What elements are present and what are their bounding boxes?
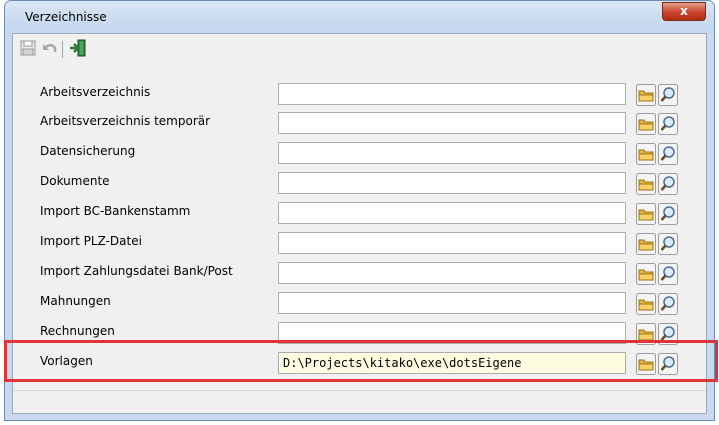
path-input[interactable] — [278, 172, 626, 194]
search-icon[interactable] — [658, 263, 678, 285]
path-input[interactable] — [278, 142, 626, 164]
search-icon[interactable] — [658, 293, 678, 315]
row-datensicherung: Datensicherung — [13, 142, 703, 166]
row-label: Import BC-Bankenstamm — [40, 204, 191, 218]
row-import-bc-bankenstamm: Import BC-Bankenstamm — [13, 202, 703, 226]
folder-icon[interactable] — [636, 293, 656, 315]
row-label: Mahnungen — [40, 294, 111, 308]
folder-icon[interactable] — [636, 323, 656, 345]
path-input[interactable] — [278, 83, 626, 105]
row-import-plz-datei: Import PLZ-Datei — [13, 232, 703, 256]
path-input[interactable] — [278, 112, 626, 134]
window-title: Verzeichnisse — [25, 10, 107, 24]
status-strip — [13, 390, 706, 413]
save-icon[interactable] — [18, 38, 38, 58]
path-input[interactable] — [278, 262, 626, 284]
dialog-content: Arbeitsverzeichnis Arbeitsverzeichnis te… — [12, 33, 707, 414]
folder-icon[interactable] — [636, 84, 656, 106]
row-label: Import PLZ-Datei — [40, 234, 142, 248]
row-label: Import Zahlungsdatei Bank/Post — [40, 264, 233, 278]
row-label: Vorlagen — [40, 354, 93, 368]
undo-icon[interactable] — [39, 38, 59, 58]
search-icon[interactable] — [658, 203, 678, 225]
toolbar-separator — [62, 41, 63, 58]
path-input[interactable] — [278, 292, 626, 314]
folder-icon[interactable] — [636, 143, 656, 165]
row-arbeitsverzeichnis: Arbeitsverzeichnis — [13, 83, 703, 107]
folder-icon[interactable] — [636, 233, 656, 255]
search-icon[interactable] — [658, 173, 678, 195]
search-icon[interactable] — [658, 233, 678, 255]
path-input[interactable] — [278, 202, 626, 224]
row-label: Dokumente — [40, 174, 110, 188]
search-icon[interactable] — [658, 143, 678, 165]
search-icon[interactable] — [658, 84, 678, 106]
row-rechnungen: Rechnungen — [13, 322, 703, 346]
path-input[interactable] — [278, 232, 626, 254]
close-icon: x — [680, 4, 688, 18]
folder-icon[interactable] — [636, 353, 656, 375]
folder-icon[interactable] — [636, 113, 656, 135]
row-arbeitsverzeichnis-temporaer: Arbeitsverzeichnis temporär — [13, 112, 703, 136]
row-dokumente: Dokumente — [13, 172, 703, 196]
folder-icon[interactable] — [636, 203, 656, 225]
row-vorlagen: Vorlagen — [13, 352, 703, 376]
search-icon[interactable] — [658, 113, 678, 135]
folder-icon[interactable] — [636, 173, 656, 195]
dialog-window: Verzeichnisse x Arbeitsverzeichnis Arbei… — [4, 0, 715, 421]
folder-icon[interactable] — [636, 263, 656, 285]
search-icon[interactable] — [658, 323, 678, 345]
exit-icon[interactable] — [68, 38, 88, 58]
row-label: Rechnungen — [40, 324, 115, 338]
row-import-zahlungsdatei: Import Zahlungsdatei Bank/Post — [13, 262, 703, 286]
path-input[interactable] — [278, 322, 626, 344]
close-button[interactable]: x — [662, 2, 706, 21]
row-label: Datensicherung — [40, 144, 136, 158]
search-icon[interactable] — [658, 353, 678, 375]
row-label: Arbeitsverzeichnis — [40, 85, 151, 99]
row-label: Arbeitsverzeichnis temporär — [40, 114, 211, 128]
title-bar[interactable]: Verzeichnisse x — [5, 1, 714, 31]
row-mahnungen: Mahnungen — [13, 292, 703, 316]
path-input[interactable] — [278, 352, 626, 374]
